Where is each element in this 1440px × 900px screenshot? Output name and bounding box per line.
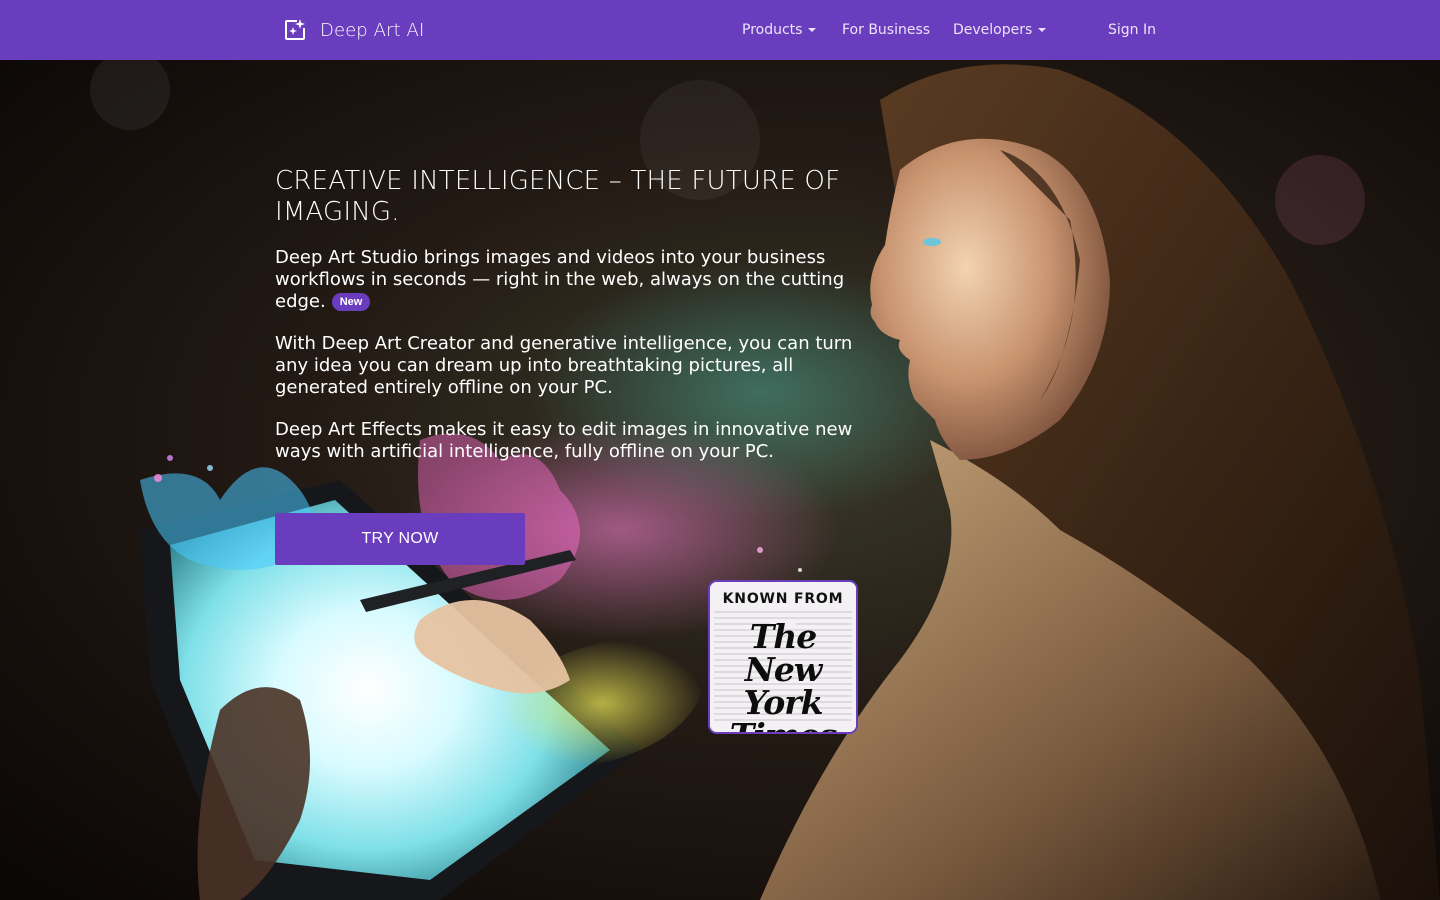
press-badge-nyt[interactable]: KNOWN FROM The New York Times [708,580,858,734]
nav-for-business-link[interactable]: For Business [842,20,930,40]
hero-paragraph-creator: With Deep Art Creator and generative int… [275,333,853,398]
nav-for-business-label: For Business [842,22,931,38]
known-from-label: KNOWN FROM [722,591,844,607]
hero-paragraph-studio: Deep Art Studio brings images and videos… [275,247,865,313]
hero-paragraph-effects: Deep Art Effects makes it easy to edit i… [275,419,853,462]
new-badge: New [331,293,371,311]
caret-down-icon [1038,28,1047,32]
sign-in-link[interactable]: Sign In [1108,20,1156,40]
nav-developers-label: Developers [953,22,1033,38]
nav-developers-dropdown[interactable]: Developers [953,20,1047,40]
sign-in-label: Sign In [1108,22,1156,38]
nyt-logo-line-1: The [749,617,818,656]
top-navbar: Deep Art AI Products For Business Develo… [0,0,1440,60]
nav-products-dropdown[interactable]: Products [742,20,817,40]
sparkle-frame-icon [285,19,305,40]
nyt-logo-line-2: New York [743,650,824,722]
nyt-logo: The New York Times [710,617,856,732]
try-now-button[interactable]: TRY NOW [275,513,525,565]
hero-headline: CREATIVE INTELLIGENCE – THE FUTURE OF IM… [275,166,841,227]
nyt-logo-line-3: Times [710,719,856,732]
brand-name: Deep Art AI [320,19,425,41]
caret-down-icon [808,28,817,32]
brand-link[interactable]: Deep Art AI [283,18,424,42]
hero-section: CREATIVE INTELLIGENCE – THE FUTURE OF IM… [0,60,1440,900]
nav-products-label: Products [742,22,803,38]
